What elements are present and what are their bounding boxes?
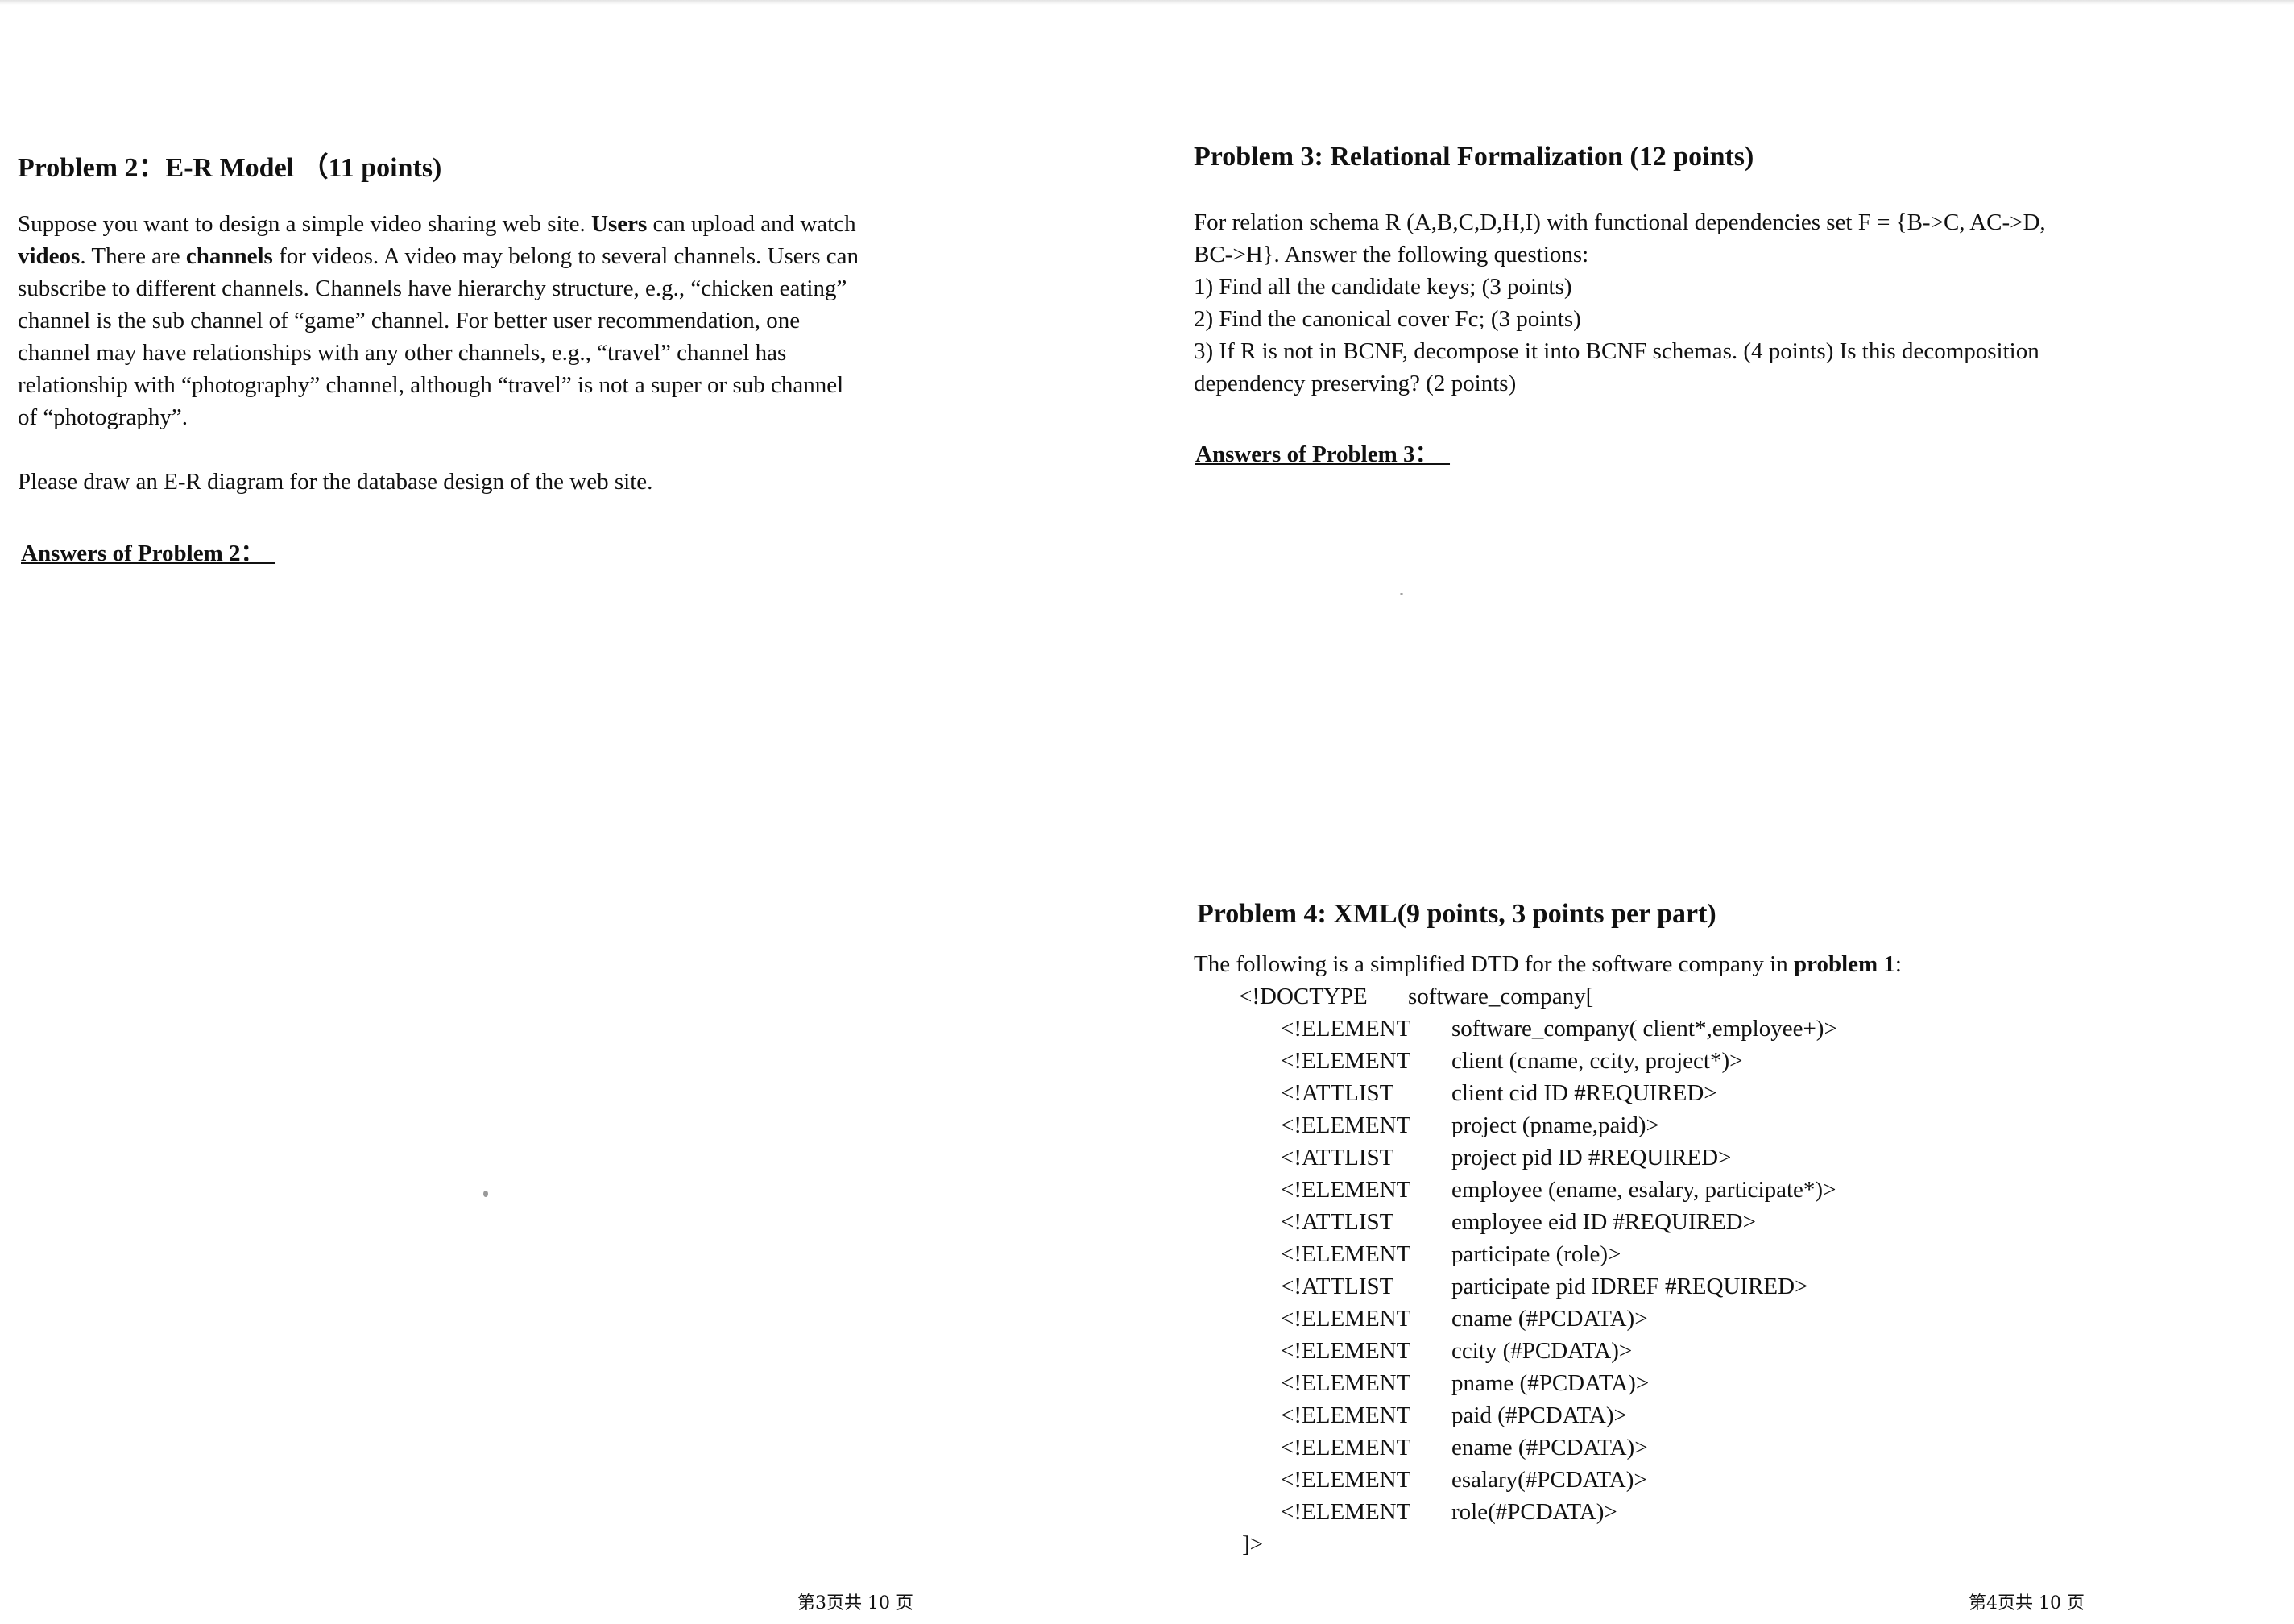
dtd-declaration-row: <!ELEMENT paid (#PCDATA)>	[1281, 1399, 2006, 1431]
problem2-line: relationship with “photography” channel,…	[18, 369, 859, 401]
dtd-declaration-body: pname (#PCDATA)>	[1451, 1370, 1650, 1396]
dtd-keyword: <!ELEMENT	[1281, 1177, 1411, 1203]
dtd-keyword: <!ATTLIST	[1281, 1209, 1394, 1235]
dtd-declaration-row: <!ATTLIST client cid ID #REQUIRED>	[1281, 1077, 2006, 1109]
text-run: . There are	[80, 243, 186, 269]
dtd-keyword: <!ELEMENT	[1281, 1016, 1411, 1042]
problem3-line: 2) Find the canonical cover Fc; (3 point…	[1194, 306, 1581, 332]
dtd-declaration-row: <!ELEMENT esalary(#PCDATA)>	[1281, 1464, 2006, 1496]
dtd-keyword: <!ATTLIST	[1281, 1274, 1394, 1299]
problem4-intro-run: problem 1	[1793, 951, 1895, 977]
problem3-line: dependency preserving? (2 points)	[1194, 371, 1517, 396]
dtd-declaration-body: project pid ID #REQUIRED>	[1451, 1145, 1732, 1170]
dtd-declaration-body: participate pid IDREF #REQUIRED>	[1451, 1274, 1808, 1299]
dtd-declaration-body: paid (#PCDATA)>	[1451, 1402, 1627, 1428]
problem2-line: channel is the sub channel of “game” cha…	[18, 304, 859, 337]
dtd-declaration-body: role(#PCDATA)>	[1451, 1499, 1617, 1525]
problem3-answers-label: Answers of Problem 3：	[1195, 441, 1451, 467]
text-run: videos	[18, 243, 81, 269]
dtd-closing: ]>	[1242, 1531, 1264, 1557]
dtd-keyword: <!ELEMENT	[1281, 1112, 1411, 1138]
dtd-doctype-name: software_company[	[1408, 984, 1594, 1009]
problem2-description: Suppose you want to design a simple vide…	[18, 208, 859, 433]
dtd-keyword: <!ATTLIST	[1281, 1080, 1394, 1106]
scan-speck	[1400, 593, 1403, 595]
text-run: relationship with “photography” channel,…	[18, 372, 844, 398]
dtd-doctype-keyword: <!DOCTYPE	[1239, 984, 1368, 1009]
dtd-declaration-body: ccity (#PCDATA)>	[1451, 1338, 1633, 1364]
text-run: for videos. A video may belong to severa…	[272, 243, 859, 269]
dtd-keyword: <!ELEMENT	[1281, 1467, 1411, 1493]
dtd-declaration-body: project (pname,paid)>	[1451, 1112, 1659, 1138]
dtd-declaration-row: <!ELEMENT participate (role)>	[1281, 1238, 2006, 1270]
dtd-declaration-row: <!ELEMENT ename (#PCDATA)>	[1281, 1431, 2006, 1464]
problem2-line: channel may have relationships with any …	[18, 337, 859, 369]
dtd-declaration-body: employee (ename, esalary, participate*)>	[1451, 1177, 1836, 1203]
problem4-intro-run: :	[1894, 951, 1902, 977]
dtd-keyword: <!ELEMENT	[1281, 1499, 1411, 1525]
problem2-instruction: Please draw an E-R diagram for the datab…	[18, 469, 653, 495]
dtd-declaration-body: client (cname, ccity, project*)>	[1451, 1048, 1743, 1074]
dtd-declaration-row: <!ELEMENT client (cname, ccity, project*)…	[1281, 1045, 2006, 1077]
text-run: Users	[591, 211, 648, 237]
text-run: of “photography”.	[18, 404, 188, 430]
scan-speck	[483, 1191, 488, 1197]
problem2-line: subscribe to different channels. Channel…	[18, 272, 859, 304]
dtd-declaration-row: <!ELEMENT ccity (#PCDATA)>	[1281, 1335, 2006, 1367]
dtd-declaration-row: <!ELEMENT software_company( client*,emplo…	[1281, 1013, 2006, 1045]
problem2-line: videos. There are channels for videos. A…	[18, 240, 859, 272]
problem4-intro-run: The following is a simplified DTD for th…	[1194, 951, 1794, 977]
dtd-declaration-row: <!ELEMENT project (pname,paid)>	[1281, 1109, 2006, 1141]
text-run: channel may have relationships with any …	[18, 340, 787, 366]
text-run: can upload and watch	[647, 211, 856, 237]
page-number-right: 第4页共 10 页	[1969, 1593, 2085, 1614]
dtd-keyword: <!ELEMENT	[1281, 1338, 1411, 1364]
dtd-declaration-body: cname (#PCDATA)>	[1451, 1306, 1648, 1332]
problem2-line: Suppose you want to design a simple vide…	[18, 208, 859, 240]
dtd-keyword: <!ELEMENT	[1281, 1306, 1411, 1332]
text-run: channel is the sub channel of “game” cha…	[18, 308, 801, 334]
dtd-declaration-body: ename (#PCDATA)>	[1451, 1435, 1648, 1460]
dtd-keyword: <!ATTLIST	[1281, 1145, 1394, 1170]
problem4-intro: The following is a simplified DTD for th…	[1194, 948, 1902, 980]
problem3-line: 3) If R is not in BCNF, decompose it int…	[1194, 338, 2039, 364]
dtd-keyword: <!ELEMENT	[1281, 1241, 1411, 1267]
problem3-description: For relation schema R (A,B,C,D,H,I) with…	[1194, 206, 2046, 400]
problem3-line: 1) Find all the candidate keys; (3 point…	[1194, 274, 1572, 300]
dtd-declaration-row: <!ATTLIST project pid ID #REQUIRED>	[1281, 1141, 2006, 1174]
page-number-left: 第3页共 10 页	[797, 1593, 913, 1614]
dtd-declaration-body: participate (role)>	[1451, 1241, 1621, 1267]
text-run: channels	[185, 243, 273, 269]
text-run: Suppose you want to design a simple vide…	[18, 211, 592, 237]
text-run: subscribe to different channels. Channel…	[18, 276, 847, 301]
dtd-declaration-row: <!ELEMENT employee (ename, esalary, parti…	[1281, 1174, 2006, 1206]
problem3-line: BC->H}. Answer the following questions:	[1194, 242, 1589, 267]
problem2-heading: Problem 2：E-R Model （11 points)	[18, 153, 442, 183]
dtd-declaration-body: employee eid ID #REQUIRED>	[1451, 1209, 1756, 1235]
dtd-declaration-row: <!ATTLIST employee eid ID #REQUIRED>	[1281, 1206, 2006, 1238]
dtd-declaration-row: <!ELEMENT pname (#PCDATA)>	[1281, 1367, 2006, 1399]
dtd-declaration-body: esalary(#PCDATA)>	[1451, 1467, 1647, 1493]
dtd-declaration-row: <!ATTLIST participate pid IDREF #REQUIRED…	[1281, 1270, 2006, 1303]
right-page: Problem 3: Relational Formalization (12 …	[1194, 0, 2241, 1624]
dtd-declaration-row: <!ELEMENT role(#PCDATA)>	[1281, 1496, 2006, 1528]
problem2-line: of “photography”.	[18, 401, 859, 433]
dtd-declaration-body: client cid ID #REQUIRED>	[1451, 1080, 1717, 1106]
left-page: Problem 2：E-R Model （11 points) Suppose …	[18, 0, 1065, 1624]
dtd-declaration-body: software_company( client*,employee+)>	[1451, 1016, 1837, 1042]
dtd-declaration-row: <!ELEMENT cname (#PCDATA)>	[1281, 1303, 2006, 1335]
problem2-answers-label: Answers of Problem 2：	[21, 541, 276, 566]
problem3-heading: Problem 3: Relational Formalization (12 …	[1194, 142, 1754, 172]
dtd-keyword: <!ELEMENT	[1281, 1435, 1411, 1460]
dtd-keyword: <!ELEMENT	[1281, 1048, 1411, 1074]
problem3-line: For relation schema R (A,B,C,D,H,I) with…	[1194, 209, 2046, 235]
dtd-keyword: <!ELEMENT	[1281, 1402, 1411, 1428]
problem4-heading: Problem 4: XML(9 points, 3 points per pa…	[1197, 899, 1716, 929]
dtd-keyword: <!ELEMENT	[1281, 1370, 1411, 1396]
